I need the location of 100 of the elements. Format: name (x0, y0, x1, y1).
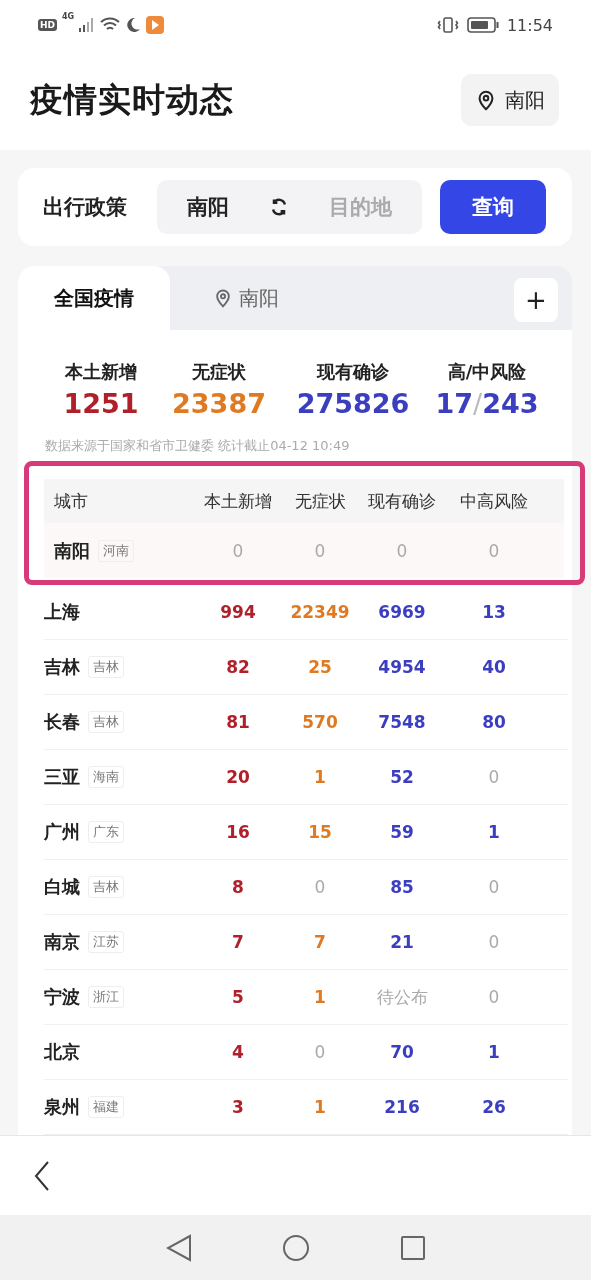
stat-label: 本土新增 (65, 360, 137, 384)
policy-label: 出行政策 (43, 194, 128, 221)
city-name: 长春 (44, 710, 80, 734)
table-cell-text: 21 (389, 932, 415, 952)
table-cell-text: 85 (389, 877, 415, 897)
table-cell-text: 4954 (377, 657, 427, 677)
table-cell-text: 1 (487, 1042, 501, 1062)
recents-nav-icon[interactable] (399, 1234, 426, 1261)
back-icon[interactable] (34, 1159, 50, 1192)
home-nav-icon[interactable] (281, 1233, 310, 1262)
province-tag: 广东 (88, 821, 124, 843)
table-cell-text: 1 (313, 767, 327, 787)
table-cell-text: 1 (487, 822, 501, 842)
city-name: 南京 (44, 930, 80, 954)
add-button[interactable]: + (514, 278, 558, 322)
location-button[interactable]: 南阳 (461, 74, 559, 126)
table-cell-text: 0 (487, 877, 501, 897)
province-tag: 河南 (98, 539, 134, 562)
province-tag: 江苏 (88, 931, 124, 953)
page-title: 疫情实时动态 (30, 78, 234, 121)
table-cell-text: 5 (231, 987, 245, 1007)
column-header: 现有确诊 (367, 489, 437, 513)
city-name: 三亚 (44, 765, 80, 789)
column-header: 本土新增 (203, 489, 273, 513)
table-cell-text: 4 (231, 1042, 245, 1062)
table-cell-text: 0 (487, 987, 501, 1007)
network-label: 4G (62, 12, 75, 21)
table-cell-text: 6969 (377, 602, 427, 622)
tab[interactable]: 南阳 (170, 266, 322, 330)
table-cell-text: 13 (481, 602, 507, 622)
province-tag: 浙江 (88, 986, 124, 1008)
origin-city[interactable]: 南阳 (187, 193, 229, 221)
city-name: 吉林 (44, 655, 80, 679)
signal-icon (79, 18, 96, 32)
province-tag: 吉林 (88, 656, 124, 678)
table-cell-text: 216 (383, 1097, 421, 1117)
table-cell-text: 52 (389, 767, 415, 787)
table-cell-text: 0 (231, 540, 245, 561)
source-note: 数据来源于国家和省市卫健委 统计截止04-12 10:49 (45, 437, 351, 455)
table-cell-text: 20 (225, 767, 251, 787)
table-cell-text: 1 (313, 987, 327, 1007)
column-header: 无症状 (293, 489, 347, 513)
province-tag: 吉林 (88, 876, 124, 898)
clock-time: 11:54 (506, 15, 553, 35)
city-name: 北京 (44, 1040, 80, 1064)
route-field[interactable]: 南阳 目的地 (157, 180, 422, 234)
table-cell-text: 0 (487, 540, 501, 561)
stat-label: 高/中风险 (447, 360, 527, 384)
table-cell-text: 0 (313, 877, 327, 897)
stat-value: 1251 (63, 388, 139, 419)
swap-icon[interactable] (269, 197, 289, 217)
vibrate-icon (436, 16, 459, 34)
table-cell-text: 7548 (377, 712, 427, 732)
query-button[interactable]: 查询 (440, 180, 546, 234)
location-pin-icon (213, 288, 233, 308)
column-header: 中高风险 (459, 489, 529, 513)
table-cell-text: 7 (231, 932, 245, 952)
table-cell-text: 994 (219, 602, 257, 622)
table-cell-text: 7 (313, 932, 327, 952)
table-cell-text: 22349 (289, 602, 351, 622)
table-cell-text: 0 (487, 932, 501, 952)
table-cell-text: 8 (231, 877, 245, 897)
stat-value: 23387 (172, 388, 266, 419)
hd-badge: HD (38, 19, 57, 31)
table-cell-text: 0 (395, 540, 409, 561)
city-name: 白城 (44, 875, 80, 899)
table-cell-text: 40 (481, 657, 507, 677)
table-cell-text: 0 (313, 540, 327, 561)
table-cell-text: 25 (307, 657, 333, 677)
moon-icon (125, 17, 142, 33)
province-tag: 吉林 (88, 711, 124, 733)
province-tag: 海南 (88, 766, 124, 788)
table-cell-text: 0 (487, 767, 501, 787)
table-cell-text: 1 (313, 1097, 327, 1117)
stat-label: 无症状 (192, 360, 246, 384)
table-cell-text: 81 (225, 712, 251, 732)
city-name: 宁波 (44, 985, 80, 1009)
back-nav-icon[interactable] (165, 1233, 192, 1262)
city-name: 南阳 (54, 538, 90, 563)
stat-label: 现有确诊 (317, 360, 389, 384)
tab[interactable]: 全国疫情 (18, 266, 170, 330)
table-cell-text: 80 (481, 712, 507, 732)
city-name: 广州 (44, 820, 80, 844)
table-cell-text: 0 (313, 1042, 327, 1062)
province-tag: 福建 (88, 1096, 124, 1118)
stat-value: 275826 (296, 388, 410, 419)
table-cell-text: 570 (301, 712, 339, 732)
table-cell-text: 82 (225, 657, 251, 677)
battery-icon (466, 17, 499, 33)
table-cell-text: 3 (231, 1097, 245, 1117)
table-cell-text: 待公布 (375, 985, 429, 1009)
app-icon (146, 16, 165, 34)
city-name: 泉州 (44, 1095, 80, 1119)
table-cell-text: 70 (389, 1042, 415, 1062)
table-cell-text: 15 (307, 822, 333, 842)
city-name: 上海 (44, 600, 80, 624)
column-header: 城市 (53, 489, 89, 513)
table-cell-text: 59 (389, 822, 415, 842)
table-cell-text: 26 (481, 1097, 507, 1117)
table-cell-text: 16 (225, 822, 251, 842)
